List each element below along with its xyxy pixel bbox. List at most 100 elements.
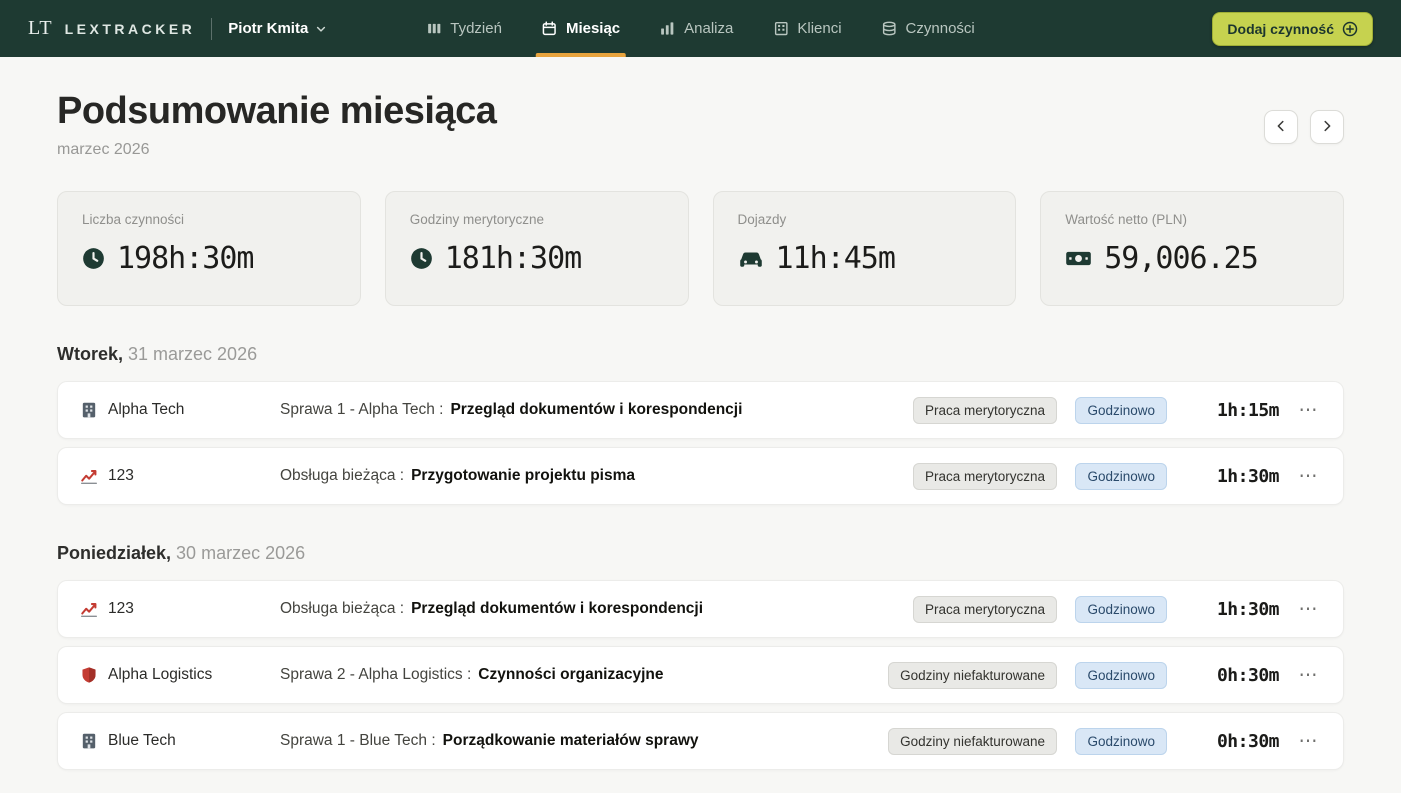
nav-item-label: Analiza	[684, 20, 733, 37]
stat-card: Liczba czynności 198h:30m	[57, 191, 361, 306]
activity-name: Przegląd dokumentów i korespondencji	[450, 401, 742, 418]
day-section: Wtorek,31 marzec 2026 Alpha Tech Sprawa …	[57, 344, 1344, 505]
logo-text: LEXTRACKER	[65, 21, 196, 37]
nav-item-label: Czynności	[906, 20, 975, 37]
page-header: Podsumowanie miesiąca marzec 2026	[57, 90, 1344, 159]
billing-badge: Godzinowo	[1075, 662, 1167, 689]
entry-menu-button[interactable]: ⋯	[1295, 401, 1321, 420]
entry-description: Sprawa 1 - Blue Tech : Porządkowanie mate…	[280, 732, 879, 750]
shield-icon	[80, 666, 98, 684]
day-entries: 123 Obsługa bieżąca :Przegląd dokumentów…	[57, 580, 1344, 770]
chevron-left-icon	[1274, 119, 1288, 136]
client-name: Blue Tech	[108, 732, 176, 750]
banknote-icon	[1065, 247, 1092, 270]
entry-client: 123	[80, 600, 280, 618]
nav-item-tydzien[interactable]: Tydzień	[426, 0, 502, 57]
activity-name: Czynności organizacyjne	[478, 666, 663, 683]
day-entries: Alpha Tech Sprawa 1 - Alpha Tech : Przegl…	[57, 381, 1344, 505]
entry-time: 1h:15m	[1167, 400, 1279, 421]
next-month-button[interactable]	[1310, 110, 1344, 144]
activity-name: Porządkowanie materiałów sprawy	[443, 732, 699, 749]
client-name: 123	[108, 600, 134, 618]
category-badge: Praca merytoryczna	[913, 596, 1057, 623]
car-icon	[738, 247, 764, 270]
entry-description: Obsługa bieżąca : Przygotowanie projektu …	[280, 467, 879, 485]
page-title: Podsumowanie miesiąca	[57, 90, 496, 133]
nav-item-miesiac[interactable]: Miesiąc	[542, 0, 620, 57]
chevron-right-icon	[1320, 119, 1334, 136]
nav-item-klienci[interactable]: Klienci	[773, 0, 841, 57]
entry-time: 0h:30m	[1167, 731, 1279, 752]
entry-time: 1h:30m	[1167, 599, 1279, 620]
entry-menu-button[interactable]: ⋯	[1295, 467, 1321, 486]
case-name: Sprawa 1 - Alpha Tech :	[280, 401, 443, 418]
user-menu[interactable]: Piotr Kmita	[228, 20, 327, 37]
billing-badge: Godzinowo	[1075, 728, 1167, 755]
clock-icon	[82, 247, 105, 270]
billing-badge: Godzinowo	[1075, 397, 1167, 424]
entry-client: Blue Tech	[80, 732, 280, 750]
entry-description: Sprawa 1 - Alpha Tech : Przegląd dokument…	[280, 401, 879, 419]
stat-value: 11h:45m	[776, 241, 895, 276]
clock-icon	[410, 247, 433, 270]
entry-description: Obsługa bieżąca :Przegląd dokumentów i k…	[280, 600, 879, 618]
chevron-down-icon	[315, 23, 327, 35]
activity-name: Przygotowanie projektu pisma	[411, 467, 635, 484]
logo-mark: LT	[28, 17, 53, 40]
chart-icon	[80, 600, 98, 618]
billing-badge: Godzinowo	[1075, 596, 1167, 623]
stat-label: Godziny merytoryczne	[410, 212, 664, 227]
entry-client: Alpha Tech	[80, 401, 280, 419]
case-name: Sprawa 2 - Alpha Logistics :	[280, 666, 471, 683]
previous-month-button[interactable]	[1264, 110, 1298, 144]
stat-label: Wartość netto (PLN)	[1065, 212, 1319, 227]
nav-item-analiza[interactable]: Analiza	[660, 0, 733, 57]
stat-label: Liczba czynności	[82, 212, 336, 227]
day-list: Wtorek,31 marzec 2026 Alpha Tech Sprawa …	[57, 344, 1344, 793]
entry-client: Alpha Logistics	[80, 666, 280, 684]
stat-card: Wartość netto (PLN) 59,006.25	[1040, 191, 1344, 306]
stat-card: Dojazdy 11h:45m	[713, 191, 1017, 306]
clients-icon	[773, 21, 788, 36]
plus-circle-icon	[1342, 21, 1358, 37]
activity-name: Przegląd dokumentów i korespondencji	[411, 600, 703, 617]
add-activity-button[interactable]: Dodaj czynność	[1212, 12, 1373, 46]
entry-row: Alpha Tech Sprawa 1 - Alpha Tech : Przegl…	[57, 381, 1344, 439]
stat-value: 181h:30m	[445, 241, 582, 276]
category-badge: Praca merytoryczna	[913, 397, 1057, 424]
entry-menu-button[interactable]: ⋯	[1295, 666, 1321, 685]
day-date: 31 marzec 2026	[128, 344, 257, 364]
main-nav: Tydzień Miesiąc Analiza Klienci Czynnośc…	[426, 0, 975, 57]
entry-time: 1h:30m	[1167, 466, 1279, 487]
week-bars-icon	[426, 21, 441, 36]
app-logo[interactable]: LT LEXTRACKER	[28, 17, 195, 40]
entry-row: Blue Tech Sprawa 1 - Blue Tech : Porządko…	[57, 712, 1344, 770]
entry-menu-button[interactable]: ⋯	[1295, 732, 1321, 751]
day-section: Poniedziałek,30 marzec 2026 123 Obsługa …	[57, 543, 1344, 770]
client-name: Alpha Logistics	[108, 666, 212, 684]
entry-row: 123 Obsługa bieżąca : Przygotowanie proje…	[57, 447, 1344, 505]
case-name: Obsługa bieżąca :	[280, 467, 404, 484]
billing-badge: Godzinowo	[1075, 463, 1167, 490]
case-name: Sprawa 1 - Blue Tech :	[280, 732, 436, 749]
day-heading: Poniedziałek,30 marzec 2026	[57, 543, 1344, 564]
entry-menu-button[interactable]: ⋯	[1295, 600, 1321, 619]
stat-value: 198h:30m	[117, 241, 254, 276]
client-name: Alpha Tech	[108, 401, 184, 419]
stats-row: Liczba czynności 198h:30m Godziny meryto…	[57, 191, 1344, 306]
top-navbar: LT LEXTRACKER Piotr Kmita Tydzień Miesią…	[0, 0, 1401, 57]
stat-value: 59,006.25	[1104, 241, 1258, 276]
entry-row: Alpha Logistics Sprawa 2 - Alpha Logisti…	[57, 646, 1344, 704]
page-subtitle: marzec 2026	[57, 141, 496, 159]
nav-item-czynnosci[interactable]: Czynności	[882, 0, 975, 57]
category-badge: Godziny niefakturowane	[888, 728, 1057, 755]
day-date: 30 marzec 2026	[176, 543, 305, 563]
category-badge: Praca merytoryczna	[913, 463, 1057, 490]
add-activity-label: Dodaj czynność	[1227, 21, 1334, 37]
navbar-divider	[211, 18, 212, 40]
activities-stack-icon	[882, 21, 897, 36]
client-name: 123	[108, 467, 134, 485]
nav-item-label: Miesiąc	[566, 20, 620, 37]
entry-row: 123 Obsługa bieżąca :Przegląd dokumentów…	[57, 580, 1344, 638]
building-icon	[80, 401, 98, 419]
